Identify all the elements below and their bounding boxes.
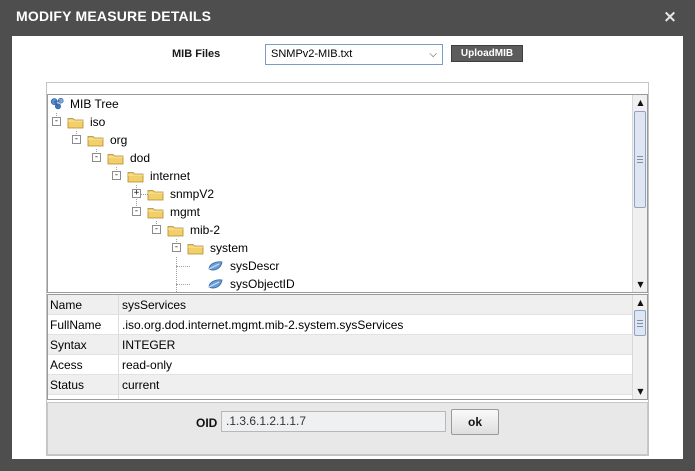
folder-icon: [87, 136, 104, 147]
tree-node-label: sysDescr: [230, 259, 280, 273]
tree-line: [176, 257, 177, 292]
collapse-icon[interactable]: -: [172, 243, 181, 252]
property-key: isLeafNode: [50, 395, 111, 399]
table-row[interactable]: Syntax INTEGER: [48, 335, 632, 355]
mib-tree-panel: MIB Tree - iso - org - dod - internet + …: [47, 94, 648, 293]
folder-icon: [147, 190, 164, 201]
tree-node-label: sysObjectID: [230, 277, 295, 291]
tree-node-system[interactable]: - system: [168, 239, 308, 257]
property-value: false: [122, 395, 147, 399]
dialog-content: MIB Files SNMPv2-MIB.txt ⌵ UploadMIB MIB…: [12, 36, 683, 459]
close-icon[interactable]: ×: [660, 7, 680, 27]
property-key: Acess: [50, 358, 83, 372]
property-key: Status: [50, 378, 85, 392]
tree-scroll-thumb[interactable]: [634, 111, 646, 208]
tree-node-iso[interactable]: - iso: [48, 113, 168, 131]
tree-node-label: dod: [130, 151, 151, 165]
tree-node-label: system: [210, 241, 249, 255]
leaf-node-icon: [208, 279, 223, 289]
tree-scrollbar[interactable]: ▲ ▼: [632, 95, 647, 292]
node-properties-table: Name sysServices FullName .iso.org.dod.i…: [47, 294, 648, 400]
scroll-down-icon[interactable]: ▼: [634, 385, 647, 398]
properties-scrollbar[interactable]: ▲ ▼: [632, 295, 647, 399]
table-row[interactable]: Status current: [48, 375, 632, 395]
oid-bar: OID .1.3.6.1.2.1.1.7 ok: [47, 402, 648, 455]
folder-icon: [187, 244, 204, 255]
collapse-icon[interactable]: -: [72, 135, 81, 144]
table-row[interactable]: isLeafNode false: [48, 395, 632, 399]
tree-node-label: mgmt: [170, 205, 200, 219]
property-value: current: [122, 378, 160, 392]
property-value: .iso.org.dod.internet.mgmt.mib-2.system.…: [122, 318, 404, 332]
modify-measure-dialog: MODIFY MEASURE DETAILS × MIB Files SNMPv…: [0, 0, 695, 471]
table-row[interactable]: Acess read-only: [48, 355, 632, 375]
network-tree-icon: [50, 97, 64, 110]
property-value: read-only: [122, 358, 173, 372]
property-value: INTEGER: [122, 338, 176, 352]
oid-field[interactable]: .1.3.6.1.2.1.1.7: [221, 411, 446, 432]
tree-node-label: snmpV2: [170, 187, 215, 201]
expand-icon[interactable]: +: [132, 189, 141, 198]
folder-icon: [147, 208, 164, 219]
collapse-icon[interactable]: -: [112, 171, 121, 180]
tree-node-org[interactable]: - org: [68, 131, 188, 149]
scroll-up-icon[interactable]: ▲: [634, 296, 647, 309]
tree-node-snmpv2[interactable]: + snmpV2: [128, 185, 268, 203]
mib-file-select[interactable]: SNMPv2-MIB.txt ⌵: [265, 44, 443, 65]
folder-icon: [67, 118, 84, 129]
property-key: Syntax: [50, 338, 87, 352]
mib-tree: MIB Tree - iso - org - dod - internet + …: [48, 95, 632, 292]
table-row[interactable]: FullName .iso.org.dod.internet.mgmt.mib-…: [48, 315, 632, 335]
properties-scroll-thumb[interactable]: [634, 310, 646, 336]
property-value: sysServices: [122, 298, 187, 312]
folder-icon: [127, 172, 144, 183]
tree-node-mgmt[interactable]: - mgmt: [128, 203, 268, 221]
ok-button[interactable]: ok: [451, 409, 499, 435]
property-key: Name: [50, 298, 83, 312]
folder-icon: [167, 226, 184, 237]
leaf-node-icon: [208, 261, 223, 271]
collapse-icon[interactable]: -: [152, 225, 161, 234]
scroll-up-icon[interactable]: ▲: [634, 96, 647, 109]
tree-root-label: MIB Tree: [70, 97, 119, 111]
tree-node-dod[interactable]: - dod: [88, 149, 208, 167]
mib-file-selected: SNMPv2-MIB.txt: [271, 48, 353, 60]
upload-mib-button[interactable]: UploadMIB: [451, 45, 523, 62]
column-divider[interactable]: [118, 295, 119, 399]
tree-node-label: org: [110, 133, 128, 147]
mib-panel: MIB Tree - iso - org - dod - internet + …: [46, 82, 649, 456]
scroll-down-icon[interactable]: ▼: [634, 278, 647, 291]
tree-node-label: iso: [90, 115, 106, 129]
dialog-titlebar[interactable]: MODIFY MEASURE DETAILS ×: [0, 0, 695, 36]
chevron-down-icon: ⌵: [429, 49, 437, 60]
tree-node-sysdescr[interactable]: sysDescr: [188, 257, 348, 275]
property-key: FullName: [50, 318, 102, 332]
folder-icon: [107, 154, 124, 165]
collapse-icon[interactable]: -: [52, 117, 61, 126]
tree-root[interactable]: MIB Tree: [48, 95, 248, 113]
tree-node-internet[interactable]: - internet: [108, 167, 248, 185]
oid-label: OID: [196, 416, 218, 430]
collapse-icon[interactable]: -: [132, 207, 141, 216]
tree-node-mib-2[interactable]: - mib-2: [148, 221, 288, 239]
tree-node-label: internet: [150, 169, 191, 183]
tree-node-label: mib-2: [190, 223, 221, 237]
table-row[interactable]: Name sysServices: [48, 295, 632, 315]
collapse-icon[interactable]: -: [92, 153, 101, 162]
dialog-title: MODIFY MEASURE DETAILS: [16, 8, 212, 24]
mib-files-label: MIB Files: [172, 48, 221, 60]
tree-node-sysobjectid[interactable]: sysObjectID: [188, 275, 348, 292]
